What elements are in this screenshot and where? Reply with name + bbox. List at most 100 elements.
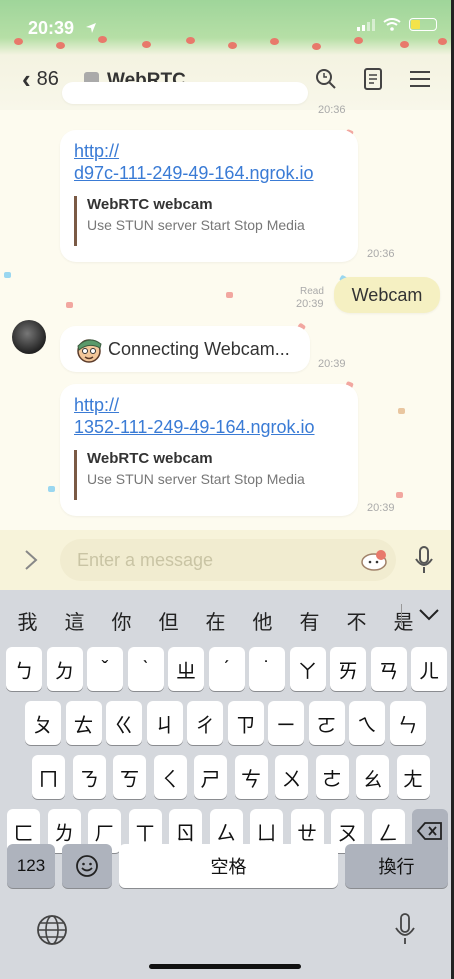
chevron-down-icon[interactable]: [418, 608, 440, 622]
letter-key[interactable]: ㄉ: [46, 647, 83, 691]
message-time: 20:36: [318, 104, 346, 116]
candidate-word[interactable]: 你: [98, 606, 145, 635]
letter-key[interactable]: ㄞ: [330, 647, 366, 691]
letter-key[interactable]: ㄔ: [187, 701, 223, 745]
message-time: 20:36: [367, 248, 395, 260]
link-preview-description: Use STUN server Start Stop Media: [87, 217, 305, 233]
letter-key[interactable]: ㄍ: [106, 701, 142, 745]
keyboard: 我這你但在他有不是 ㄅㄉ ˇ ˋ ㄓ ˊ ˙ ㄚㄞㄢㄦ ㄆㄊㄍㄐㄔㄗㄧㄛㄟㄣ ㄇㄋㄎㄑㄕㄘㄨ…: [0, 590, 451, 979]
message-link-line1[interactable]: http://: [74, 394, 315, 416]
emoji-icon: [76, 855, 98, 877]
candidate-word[interactable]: 但: [145, 606, 192, 635]
outgoing-message-bubble[interactable]: Webcam: [334, 277, 440, 313]
message-link-line2[interactable]: 1352-111-249-49-164.ngrok.io: [74, 416, 315, 438]
letter-key[interactable]: ㄜ: [315, 755, 349, 799]
message-time: 20:39: [296, 298, 324, 310]
message-time: 20:39: [318, 358, 346, 370]
notes-icon[interactable]: [363, 68, 383, 90]
battery-icon: [409, 18, 437, 31]
letter-key[interactable]: ㄨ: [275, 755, 308, 799]
link-preview[interactable]: WebRTC webcam Use STUN server Start Stop…: [74, 450, 305, 500]
message-link-line2[interactable]: d97c-111-249-49-164.ngrok.io: [74, 162, 314, 184]
letter-key[interactable]: ㄕ: [194, 755, 227, 799]
chevron-left-icon: ‹: [22, 64, 31, 94]
candidate-word[interactable]: 不: [333, 606, 380, 635]
letter-key[interactable]: ㄠ: [356, 755, 389, 799]
nav-icons: [315, 68, 431, 90]
candidate-word[interactable]: 有: [286, 606, 333, 635]
letter-key[interactable]: ㄧ: [268, 701, 304, 745]
microphone-icon[interactable]: [414, 545, 434, 575]
letter-key[interactable]: ˙: [249, 647, 285, 691]
status-time: 20:39: [28, 18, 75, 38]
home-indicator: [149, 964, 301, 969]
partial-message-bubble: [62, 82, 308, 104]
message-input[interactable]: [60, 539, 396, 581]
link-message-bubble[interactable]: http:// 1352-111-249-49-164.ngrok.io Web…: [60, 384, 358, 516]
incoming-message-text: Connecting Webcam...: [108, 338, 290, 359]
link-preview[interactable]: WebRTC webcam Use STUN server Start Stop…: [74, 196, 305, 246]
letter-key[interactable]: ㄟ: [349, 701, 385, 745]
link-message-bubble[interactable]: http:// d97c-111-249-49-164.ngrok.io Web…: [60, 130, 358, 262]
candidate-word[interactable]: 這: [51, 606, 98, 635]
letter-key[interactable]: ˇ: [87, 647, 123, 691]
screen: 20:39 ‹ 86 WebRTC 20:36 http:// d97c-111…: [0, 0, 454, 979]
globe-icon[interactable]: [36, 914, 68, 946]
chat-area[interactable]: 20:36 http:// d97c-111-249-49-164.ngrok.…: [0, 82, 451, 530]
letter-key[interactable]: ㄛ: [308, 701, 345, 745]
signal-bars-icon: [357, 18, 375, 31]
candidate-word[interactable]: 他: [239, 606, 286, 635]
key-row-3: ㄇㄋㄎㄑㄕㄘㄨㄜㄠㄤ: [0, 755, 451, 799]
letter-key[interactable]: ㄋ: [72, 755, 106, 799]
letter-key[interactable]: ㄐ: [146, 701, 183, 745]
letter-key[interactable]: ㄤ: [396, 755, 430, 799]
back-button[interactable]: ‹ 86: [22, 66, 59, 92]
emoji-key[interactable]: [62, 844, 112, 888]
letter-key[interactable]: ㄅ: [6, 647, 42, 691]
link-preview-title: WebRTC webcam: [87, 450, 213, 467]
letter-key[interactable]: ㄊ: [65, 701, 102, 745]
letter-key[interactable]: ㄗ: [227, 701, 264, 745]
message-composer: [0, 530, 451, 590]
letter-key[interactable]: ㄑ: [153, 755, 187, 799]
link-preview-title: WebRTC webcam: [87, 196, 213, 213]
wifi-icon: [383, 18, 401, 31]
candidate-word[interactable]: 在: [192, 606, 239, 635]
letter-key[interactable]: ˋ: [127, 647, 164, 691]
letter-key[interactable]: ㄦ: [411, 647, 447, 691]
letter-key[interactable]: ˊ: [208, 647, 245, 691]
vine-decoration: [0, 36, 451, 56]
letter-key[interactable]: ㄘ: [234, 755, 268, 799]
read-receipt: Read: [300, 286, 324, 297]
letter-key[interactable]: ㄚ: [289, 647, 326, 691]
letter-key[interactable]: ㄆ: [25, 701, 61, 745]
search-icon[interactable]: [315, 68, 337, 90]
sticker-icon[interactable]: [360, 548, 390, 572]
space-key[interactable]: 空格: [119, 844, 338, 888]
candidate-bar: 我這你但在他有不是: [0, 590, 451, 640]
chevron-right-icon[interactable]: [24, 549, 38, 571]
candidate-word[interactable]: 我: [4, 606, 51, 635]
dictation-microphone-icon[interactable]: [394, 912, 416, 946]
letter-key[interactable]: ㄎ: [113, 755, 146, 799]
letter-key[interactable]: ㄇ: [32, 755, 65, 799]
key-row-2: ㄆㄊㄍㄐㄔㄗㄧㄛㄟㄣ: [0, 701, 451, 745]
character-emoji-icon: [77, 339, 102, 363]
key-row-5: 123 空格 換行: [0, 844, 451, 888]
letter-key[interactable]: ㄓ: [168, 647, 204, 691]
link-preview-description: Use STUN server Start Stop Media: [87, 471, 305, 487]
backspace-icon: [417, 822, 442, 840]
message-time: 20:39: [367, 502, 395, 514]
incoming-message-bubble[interactable]: Connecting Webcam...: [60, 326, 310, 372]
status-icons: [357, 18, 437, 31]
letter-key[interactable]: ㄣ: [389, 701, 426, 745]
message-link-line1[interactable]: http://: [74, 140, 314, 162]
key-row-1: ㄅㄉ ˇ ˋ ㄓ ˊ ˙ ㄚㄞㄢㄦ: [0, 647, 451, 691]
avatar[interactable]: [12, 320, 46, 354]
letter-key[interactable]: ㄢ: [370, 647, 407, 691]
unread-count: 86: [36, 67, 59, 90]
numbers-key[interactable]: 123: [7, 844, 55, 888]
location-arrow-icon: [86, 23, 96, 33]
menu-icon[interactable]: [409, 70, 431, 88]
return-key[interactable]: 換行: [345, 844, 448, 888]
